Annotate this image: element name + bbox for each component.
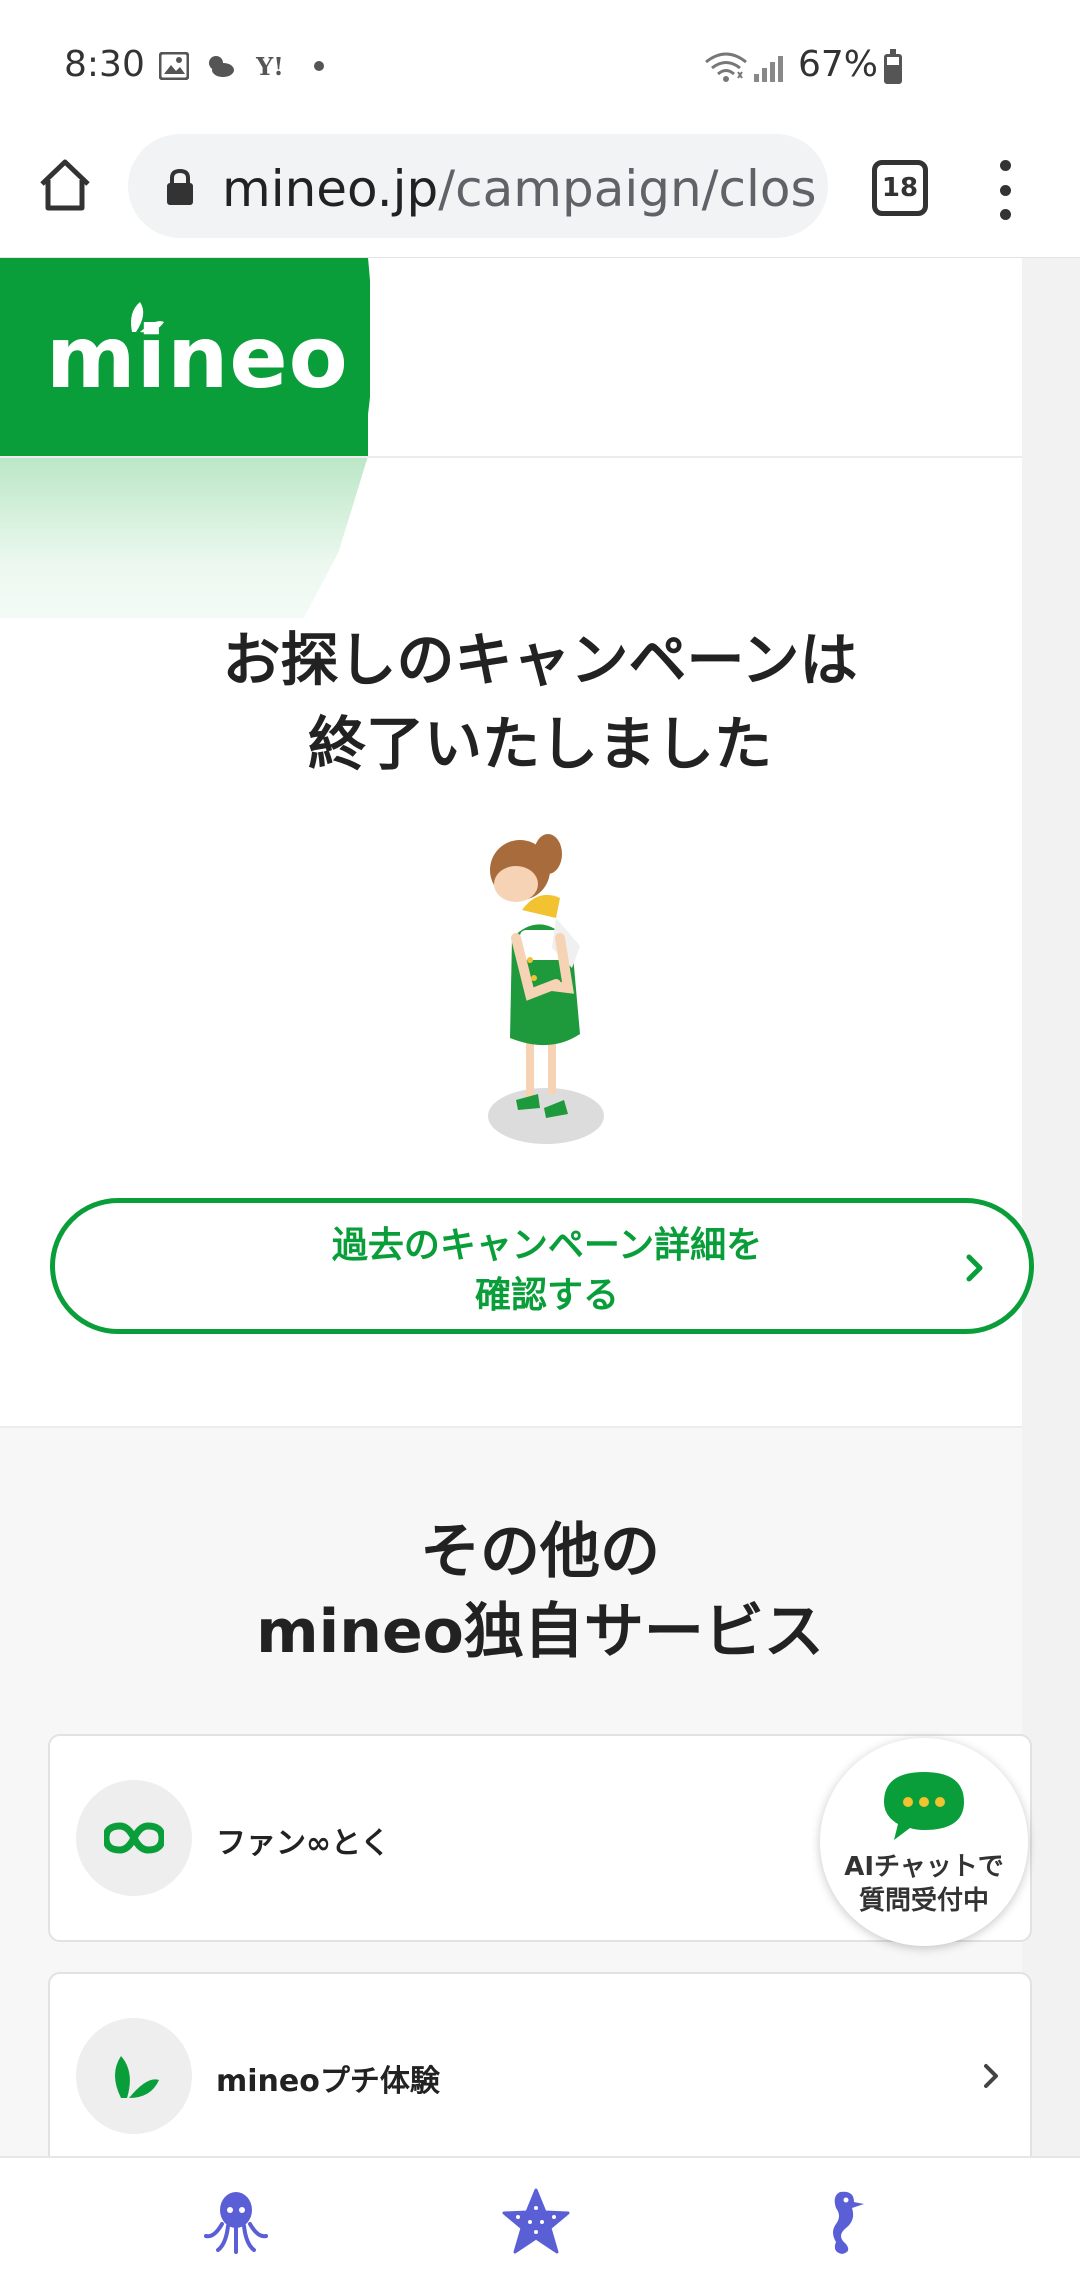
url-path: /campaign/clos bbox=[438, 160, 817, 218]
wifi-icon bbox=[704, 52, 748, 88]
service-label-petit-trial: mineoプチ体験 bbox=[216, 2064, 440, 2099]
services-title: その他の mineo独自サービス bbox=[0, 1512, 1080, 1672]
lock-icon bbox=[167, 168, 193, 205]
mineo-logo[interactable]: mineo bbox=[46, 308, 349, 408]
infinity-icon-circle bbox=[76, 1780, 192, 1896]
page-title-line2: 終了いたしました bbox=[307, 710, 772, 778]
page-title: お探しのキャンペーンは 終了いたしました bbox=[0, 618, 1080, 786]
chevron-right-icon bbox=[966, 1254, 983, 1282]
home-button[interactable] bbox=[34, 154, 96, 216]
service-label-fan-toku: ファン∞とく bbox=[216, 1826, 391, 1861]
status-time: 8:30 bbox=[64, 44, 145, 85]
notification-icons: Y! bbox=[158, 50, 324, 82]
octopus-icon[interactable] bbox=[200, 2186, 272, 2258]
home-icon bbox=[40, 159, 90, 211]
ai-chat-button[interactable]: AIチャットで 質問受付中 bbox=[820, 1738, 1028, 1946]
ai-chat-label-line2: 質問受付中 bbox=[858, 1886, 989, 1916]
browser-menu-button[interactable] bbox=[990, 160, 1020, 220]
battery-icon bbox=[884, 49, 902, 84]
status-bar: 8:30 Y! 67% bbox=[0, 0, 1080, 130]
chat-bubble-icon bbox=[884, 1772, 964, 1840]
leaf-icon bbox=[115, 2056, 159, 2098]
ai-chat-label-line1: AIチャットで bbox=[844, 1852, 1004, 1882]
weather-icon bbox=[204, 50, 236, 82]
past-campaign-label-line1: 過去のキャンペーン詳細を bbox=[331, 1225, 763, 1266]
gallery-icon bbox=[158, 50, 190, 82]
past-campaign-button[interactable]: 過去のキャンペーン詳細を 確認する bbox=[50, 1198, 1034, 1334]
infinity-icon bbox=[104, 1822, 164, 1854]
starfish-icon[interactable] bbox=[500, 2186, 572, 2258]
web-page: mineo お探しのキャンペーンは 終了いたしました 過去のキャンペーン詳細を … bbox=[0, 258, 1080, 2156]
logo-fade bbox=[0, 456, 368, 618]
battery-percent: 67% bbox=[798, 44, 879, 85]
services-title-line2: mineo独自サービス bbox=[256, 1597, 824, 1667]
services-title-line1: その他の bbox=[420, 1517, 660, 1587]
tab-switcher-button[interactable]: 18 bbox=[872, 160, 928, 216]
browser-toolbar: mineo.jp/campaign/clos 18 bbox=[0, 130, 1080, 258]
chevron-right-icon bbox=[984, 2064, 998, 2088]
leaf-icon-circle bbox=[76, 2018, 192, 2134]
ai-chat-label: AIチャットで 質問受付中 bbox=[820, 1850, 1028, 1918]
bottom-navigation-bar bbox=[0, 2156, 1080, 2280]
url-text: mineo.jp/campaign/clos bbox=[222, 160, 817, 218]
url-host: mineo.jp bbox=[222, 160, 439, 218]
seahorse-icon[interactable] bbox=[806, 2186, 878, 2258]
page-title-line1: お探しのキャンペーンは bbox=[222, 626, 858, 694]
tab-count: 18 bbox=[881, 173, 919, 203]
service-card-petit-trial[interactable]: mineoプチ体験 bbox=[48, 1972, 1032, 2156]
signal-icon bbox=[752, 52, 788, 88]
past-campaign-label-line2: 確認する bbox=[474, 1275, 619, 1316]
bowing-staff-illustration bbox=[488, 834, 604, 1144]
past-campaign-button-label: 過去のキャンペーン詳細を 確認する bbox=[55, 1221, 1039, 1321]
logo-leaf-icon bbox=[131, 302, 164, 333]
header-logo-area: mineo bbox=[0, 258, 380, 618]
header-divider bbox=[0, 456, 1022, 458]
address-bar[interactable]: mineo.jp/campaign/clos bbox=[128, 134, 828, 238]
yahoo-icon: Y! bbox=[256, 51, 284, 81]
more-notifications-dot bbox=[314, 61, 324, 71]
